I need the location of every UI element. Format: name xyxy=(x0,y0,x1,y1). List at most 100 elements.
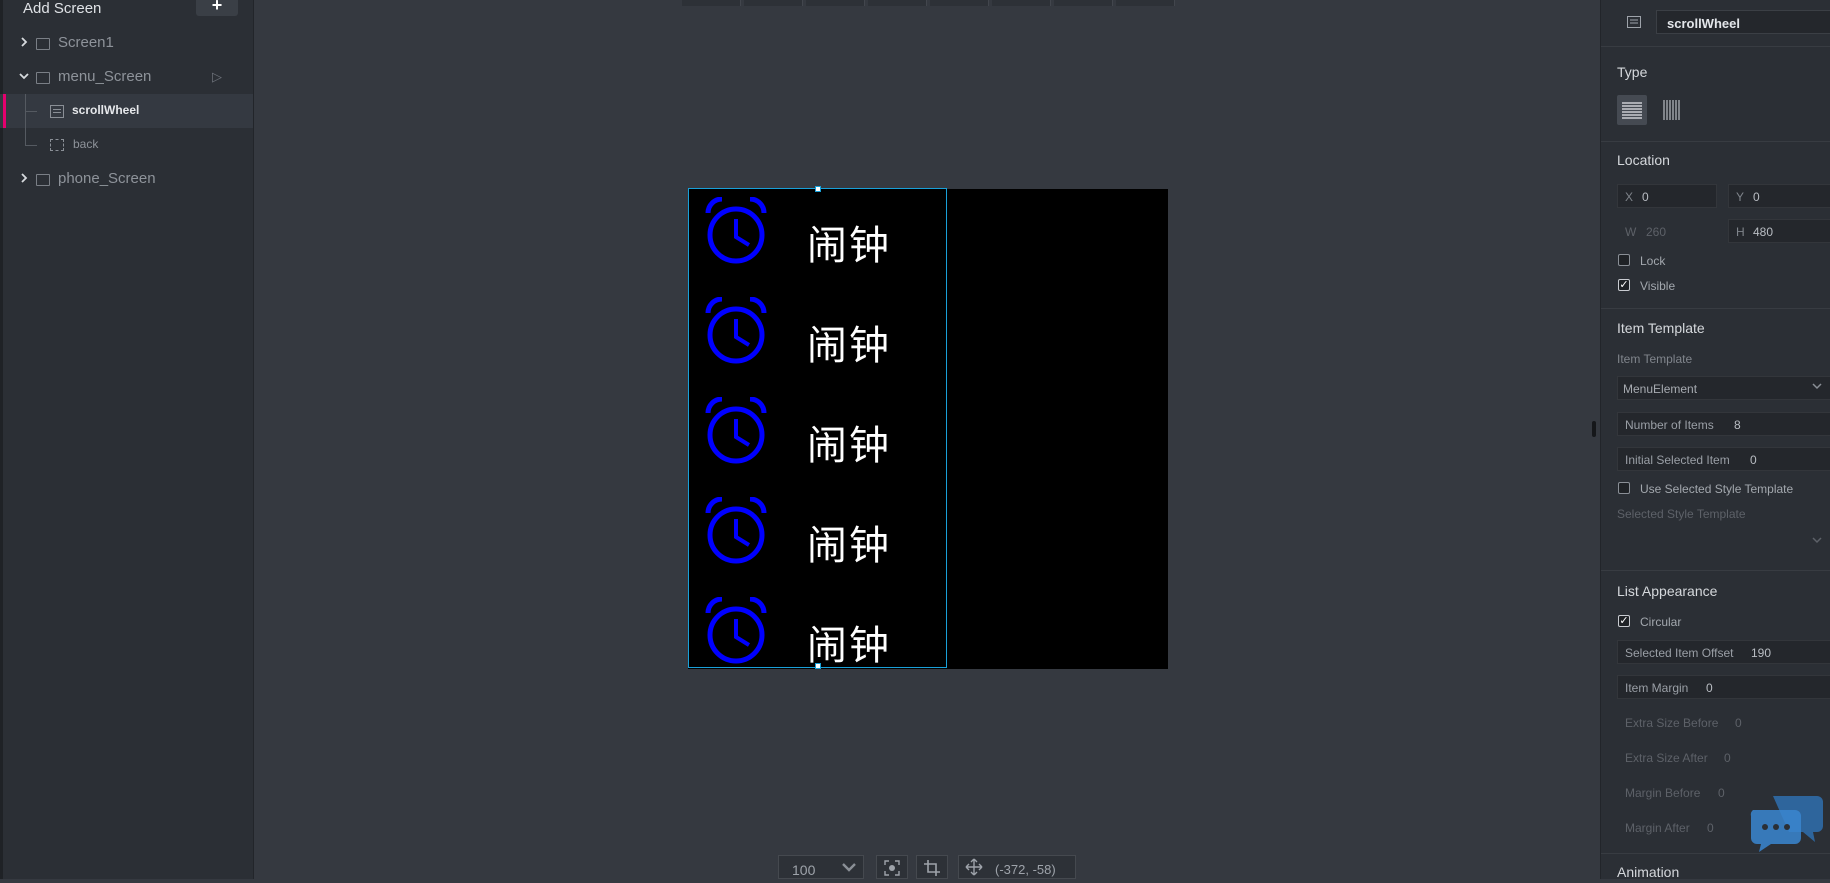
alarm-clock-icon xyxy=(705,497,767,564)
divider xyxy=(1601,308,1830,309)
scroll-wheel-widget[interactable]: 闹钟 闹钟 闹钟 闹钟 闹钟 xyxy=(688,186,947,669)
item-template-section-title: Item Template xyxy=(1617,320,1705,336)
item-margin-value: 0 xyxy=(1706,681,1713,695)
location-section-title: Location xyxy=(1617,152,1670,168)
number-of-items-field[interactable]: Number of Items 8 xyxy=(1617,412,1830,436)
menu-item-label: 闹钟 xyxy=(807,523,891,569)
zoom-value: 100 xyxy=(792,862,816,878)
toolbar-button[interactable] xyxy=(1054,0,1113,6)
focus-icon xyxy=(884,860,900,876)
tree-item-label: Screen1 xyxy=(58,34,114,51)
extra-size-after-field[interactable]: Extra Size After 0 xyxy=(1617,745,1830,769)
alarm-clock-icon xyxy=(705,197,767,264)
tree-item-back[interactable]: back xyxy=(0,128,253,162)
offset-value: 190 xyxy=(1751,646,1772,660)
num-items-value: 8 xyxy=(1734,418,1741,432)
initial-selected-value: 0 xyxy=(1750,453,1757,467)
extra-before-value: 0 xyxy=(1735,716,1742,730)
width-field[interactable]: W 260 xyxy=(1617,219,1717,243)
tree-item-phone-screen[interactable]: phone_Screen xyxy=(0,162,253,196)
add-screen-button[interactable]: + xyxy=(196,0,238,16)
menu-item[interactable]: 闹钟 xyxy=(704,595,924,675)
h-value: 480 xyxy=(1753,225,1774,239)
vertical-list-type-button[interactable] xyxy=(1617,95,1647,125)
coordinates-value: (-372, -58) xyxy=(995,862,1056,877)
list-appearance-section-title: List Appearance xyxy=(1617,583,1718,599)
visible-label: Visible xyxy=(1640,279,1676,293)
item-margin-label: Item Margin xyxy=(1625,681,1689,695)
selected-item-offset-field[interactable]: Selected Item Offset 190 xyxy=(1617,640,1830,664)
resize-handle-top[interactable] xyxy=(815,186,821,192)
selection-accent xyxy=(3,94,6,128)
menu-item-label: 闹钟 xyxy=(807,423,891,469)
tree-line xyxy=(25,145,37,146)
tree-line xyxy=(25,128,26,146)
toolbar-button[interactable] xyxy=(992,0,1051,6)
selected-style-template-select[interactable] xyxy=(1617,530,1830,554)
tree-item-menu-screen[interactable]: menu_Screen ▷ xyxy=(0,60,253,94)
margin-before-value: 0 xyxy=(1718,786,1725,800)
divider xyxy=(1601,141,1830,142)
num-items-label: Number of Items xyxy=(1625,418,1714,432)
scroll-wheel-icon xyxy=(50,105,64,118)
menu-item[interactable]: 闹钟 xyxy=(704,195,924,275)
toolbar-button[interactable] xyxy=(744,0,803,6)
menu-item-label: 闹钟 xyxy=(807,223,891,269)
container-icon xyxy=(50,139,64,151)
menu-item-label: 闹钟 xyxy=(807,323,891,369)
menu-item[interactable]: 闹钟 xyxy=(704,495,924,575)
tree-item-label: phone_Screen xyxy=(58,170,156,187)
tree-item-label: back xyxy=(73,137,99,151)
tree-item-label: scrollWheel xyxy=(72,103,140,117)
height-field[interactable]: H 480 xyxy=(1728,219,1830,243)
screen-tree-panel: Add Screen + Screen1 menu_Screen ▷ scrol… xyxy=(0,0,254,879)
divider xyxy=(1601,570,1830,571)
item-template-sub-label: Item Template xyxy=(1617,352,1693,366)
alarm-clock-icon xyxy=(705,297,767,364)
fit-to-screen-button[interactable] xyxy=(876,855,908,879)
menu-item[interactable]: 闹钟 xyxy=(704,395,924,475)
toolbar-button[interactable] xyxy=(1116,0,1175,6)
menu-item[interactable]: 闹钟 xyxy=(704,295,924,375)
panel-collapse-handle[interactable] xyxy=(1592,421,1596,437)
toolbar-button[interactable] xyxy=(930,0,989,6)
tree-item-scrollwheel[interactable]: scrollWheel xyxy=(0,94,253,128)
widget-name-field[interactable]: scrollWheel xyxy=(1656,10,1830,34)
extra-size-before-field[interactable]: Extra Size Before 0 xyxy=(1617,710,1830,734)
chevron-down-icon[interactable] xyxy=(18,70,30,82)
chevron-right-icon[interactable] xyxy=(18,172,30,184)
y-field[interactable]: Y 0 xyxy=(1728,184,1830,208)
extra-after-value: 0 xyxy=(1724,751,1731,765)
initial-selected-item-field[interactable]: Initial Selected Item 0 xyxy=(1617,447,1830,471)
initial-selected-label: Initial Selected Item xyxy=(1625,453,1730,467)
offset-label: Selected Item Offset xyxy=(1625,646,1734,660)
toolbar-button[interactable] xyxy=(868,0,927,6)
item-template-select[interactable]: MenuElement xyxy=(1617,376,1830,400)
chevron-right-icon[interactable] xyxy=(18,36,30,48)
crop-button[interactable] xyxy=(916,855,948,879)
toolbar-button[interactable] xyxy=(682,0,741,6)
toolbar-button[interactable] xyxy=(806,0,865,6)
circular-checkbox[interactable]: ✓ xyxy=(1618,615,1630,627)
visible-checkbox[interactable]: ✓ xyxy=(1618,279,1630,291)
y-label: Y xyxy=(1736,190,1745,204)
item-margin-field[interactable]: Item Margin 0 xyxy=(1617,675,1830,699)
margin-before-label: Margin Before xyxy=(1625,786,1701,800)
lock-checkbox[interactable] xyxy=(1618,254,1630,266)
x-field[interactable]: X 0 xyxy=(1617,184,1717,208)
use-selected-style-checkbox[interactable] xyxy=(1618,482,1630,494)
type-section-title: Type xyxy=(1617,64,1648,80)
play-icon[interactable]: ▷ xyxy=(212,69,222,85)
chevron-down-icon xyxy=(1812,535,1822,548)
vertical-lines-icon xyxy=(1663,100,1680,120)
item-template-value: MenuElement xyxy=(1623,382,1698,396)
zoom-select[interactable]: 100 xyxy=(778,855,864,879)
cursor-coordinates: (-372, -58) xyxy=(958,855,1076,879)
x-label: X xyxy=(1625,190,1634,204)
margin-after-value: 0 xyxy=(1707,821,1714,835)
animation-section-title: Animation xyxy=(1617,864,1680,880)
horizontal-list-type-button[interactable] xyxy=(1656,95,1686,125)
screen-icon xyxy=(36,72,50,84)
chat-support-icon[interactable] xyxy=(1749,792,1825,857)
tree-item-screen1[interactable]: Screen1 xyxy=(0,26,253,60)
